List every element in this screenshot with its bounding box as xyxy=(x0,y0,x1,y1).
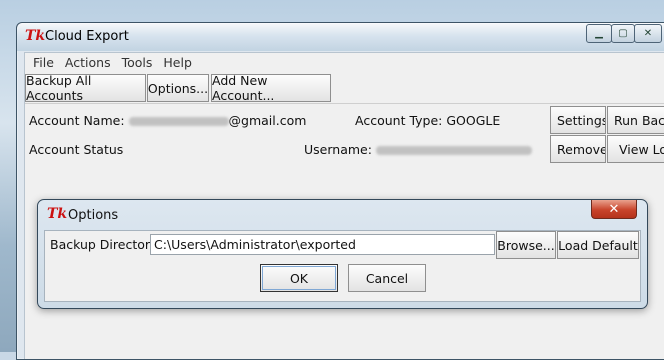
close-icon: ✕ xyxy=(608,201,620,217)
minimize-icon: ▁ xyxy=(595,28,603,39)
minimize-button[interactable]: ▁ xyxy=(586,24,612,43)
tk-app-icon: Tk xyxy=(25,28,46,44)
close-icon: ✕ xyxy=(643,28,653,39)
maximize-icon: ▢ xyxy=(618,28,628,39)
close-button[interactable]: ✕ xyxy=(634,24,662,43)
menu-bar: File Actions Tools Help xyxy=(25,53,664,72)
backup-directory-label: Backup Directory: xyxy=(50,237,161,252)
backup-all-accounts-button[interactable]: Backup All Accounts xyxy=(25,73,146,103)
options-dialog: Tk Options ✕ Backup Directory: Browse...… xyxy=(37,199,648,309)
browse-button[interactable]: Browse... xyxy=(496,231,556,259)
account-panel: Account Name: @gmail.com Account Type: G… xyxy=(25,104,664,194)
dialog-title: Options xyxy=(68,208,119,223)
cancel-button[interactable]: Cancel xyxy=(348,264,426,292)
dialog-close-button[interactable]: ✕ xyxy=(591,200,637,219)
main-titlebar[interactable]: Tk Cloud Export ▁ ▢ ✕ xyxy=(17,23,664,51)
menu-help[interactable]: Help xyxy=(159,53,199,72)
run-backup-button[interactable]: Run Backup xyxy=(607,106,664,134)
maximize-button[interactable]: ▢ xyxy=(611,24,635,43)
dialog-client-area: Backup Directory: Browse... Load Default… xyxy=(44,230,641,302)
redacted-account-name xyxy=(128,117,229,126)
view-log-button[interactable]: View Log xyxy=(607,135,664,163)
account-name-domain: @gmail.com xyxy=(228,113,307,128)
backup-directory-input[interactable] xyxy=(150,234,495,255)
username-label: Username: xyxy=(304,142,372,157)
account-status-label: Account Status xyxy=(29,142,124,157)
account-name-label: Account Name: xyxy=(29,113,125,128)
menu-actions[interactable]: Actions xyxy=(61,53,118,72)
load-default-button[interactable]: Load Default xyxy=(557,231,639,259)
account-type-label: Account Type: GOOGLE xyxy=(355,113,501,128)
toolbar: Backup All Accounts Options... Add New A… xyxy=(25,73,664,104)
tk-dialog-icon: Tk xyxy=(47,206,68,222)
remove-button[interactable]: Remove xyxy=(550,135,606,163)
menu-file[interactable]: File xyxy=(29,53,61,72)
window-title: Cloud Export xyxy=(45,29,129,44)
settings-button[interactable]: Settings xyxy=(550,106,606,134)
menu-tools[interactable]: Tools xyxy=(118,53,160,72)
redacted-username xyxy=(375,146,532,155)
options-button[interactable]: Options... xyxy=(147,74,209,102)
ok-button[interactable]: OK xyxy=(260,264,338,292)
main-window: Tk Cloud Export ▁ ▢ ✕ File Actions Tools… xyxy=(16,22,664,360)
add-new-account-button[interactable]: Add New Account... xyxy=(211,73,331,103)
